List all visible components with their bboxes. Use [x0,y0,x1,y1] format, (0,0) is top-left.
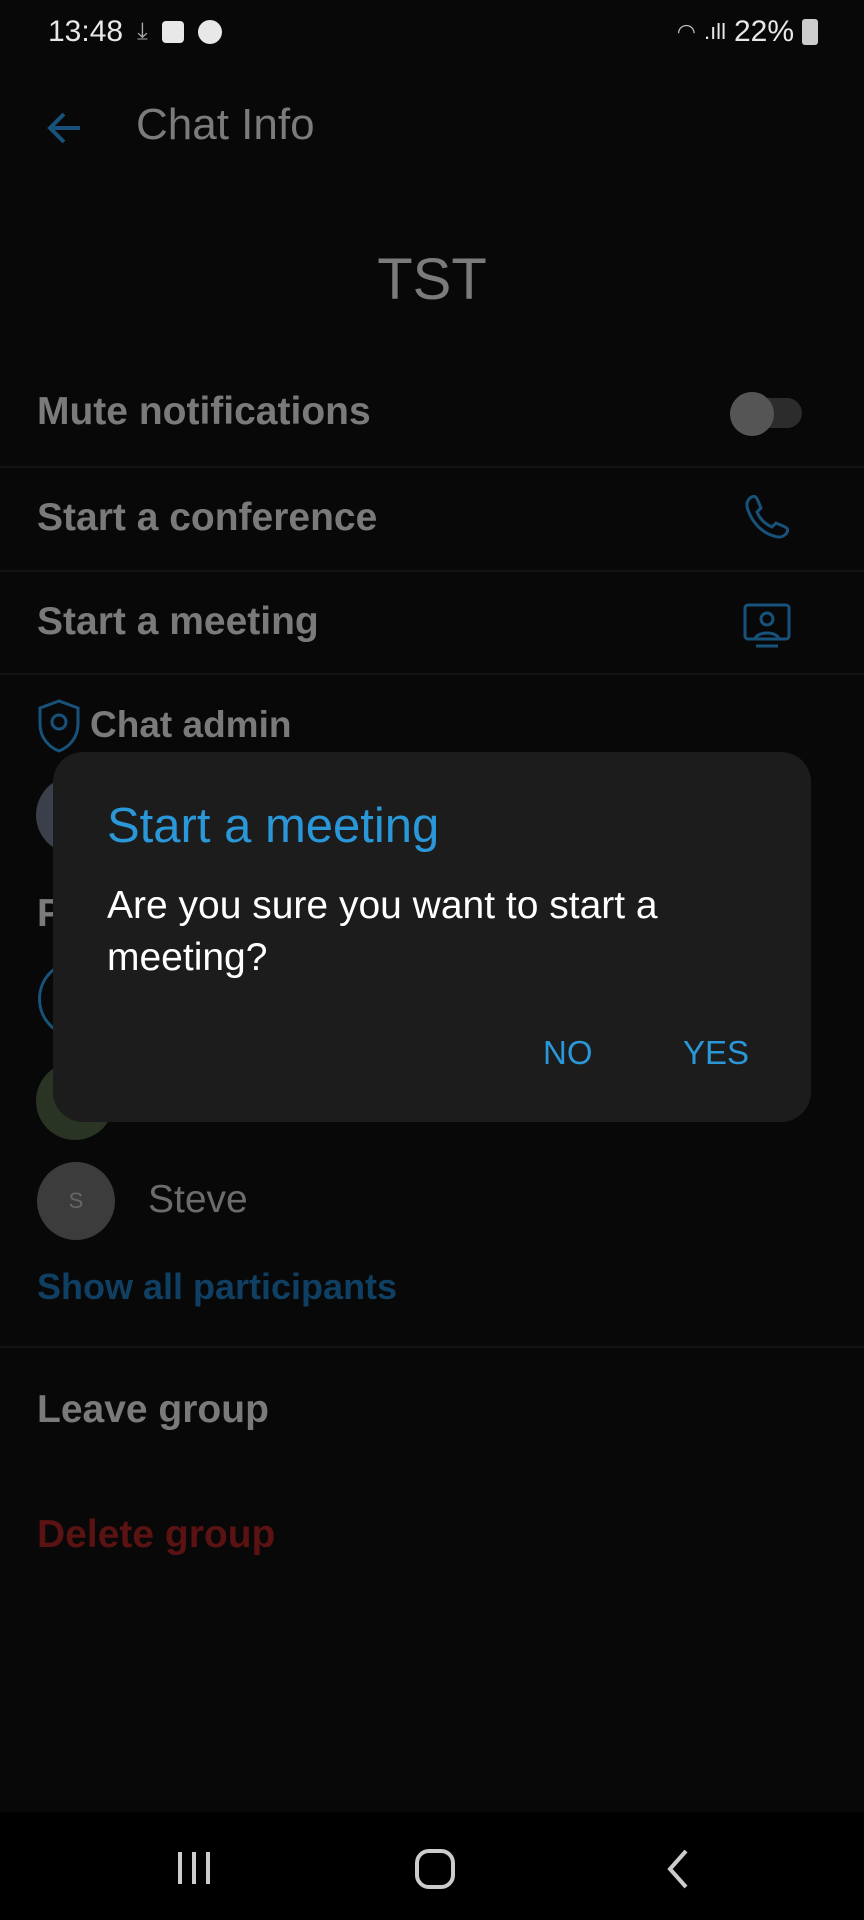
participant-name[interactable]: Steve [148,1178,248,1222]
status-bar-left: 13:48 ⤓ [48,12,222,52]
home-icon[interactable] [414,1848,456,1890]
back-arrow-icon[interactable] [44,108,84,148]
image-icon [161,21,184,43]
start-meeting-dialog: Start a meeting Are you sure you want to… [53,752,811,1122]
mute-notifications-label: Mute notifications [37,390,371,433]
chat-admin-label: Chat admin [90,704,292,745]
battery-level: 22% [733,15,794,48]
delete-group-button[interactable]: Delete group [37,1513,275,1557]
show-all-participants-link[interactable]: Show all participants [37,1266,397,1308]
shield-user-icon [38,699,80,753]
back-icon[interactable] [664,1848,692,1890]
signal-icon: .ıll [703,19,726,44]
battery-charging-icon [802,19,818,45]
g-icon [197,20,222,44]
dialog-title: Start a meeting [107,799,440,853]
start-meeting-label[interactable]: Start a meeting [37,600,319,644]
start-conference-label[interactable]: Start a conference [37,496,377,540]
yes-button[interactable]: YES [683,1034,749,1072]
divider [0,1346,864,1348]
no-button[interactable]: NO [543,1034,593,1072]
status-bar-right: ◠ .ıll 22% [677,12,818,52]
divider [0,673,864,675]
navigation-bar [0,1812,864,1920]
status-time: 13:48 [48,15,124,48]
recent-apps-icon[interactable] [174,1850,214,1886]
download-icon: ⤓ [137,18,148,45]
page-title: Chat Info [136,100,315,149]
participant-avatar-steve[interactable]: S [37,1162,115,1240]
mute-toggle[interactable] [730,392,802,436]
divider [0,466,864,468]
group-name: TST [377,247,487,312]
divider [0,570,864,572]
wifi-icon: ◠ [676,19,696,44]
leave-group-button[interactable]: Leave group [37,1388,269,1432]
dialog-message: Are you sure you want to start a meeting… [107,884,658,979]
phone-icon[interactable] [742,492,792,542]
meeting-icon[interactable] [742,602,792,648]
